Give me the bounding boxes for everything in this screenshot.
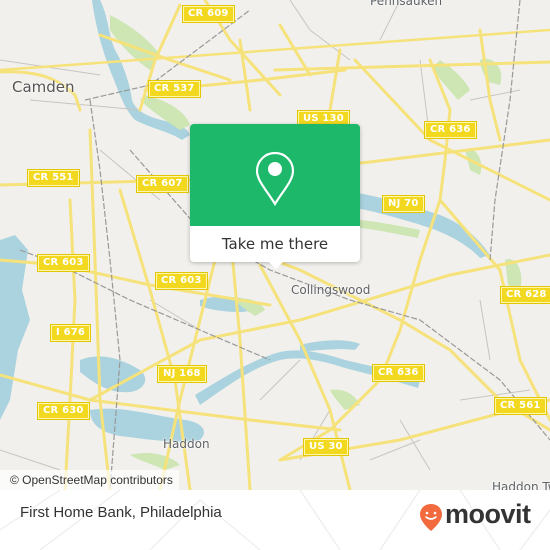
road-shield: CR 636 xyxy=(373,365,424,381)
location-title: First Home Bank, Philadelphia xyxy=(20,504,222,521)
location-popup: Take me there xyxy=(190,124,360,269)
place-label-haddon: Haddon xyxy=(163,437,210,451)
moovit-pin-icon xyxy=(420,504,442,531)
road-shield: I 676 xyxy=(51,325,91,341)
road-shield: CR 609 xyxy=(183,6,234,22)
road-shield: CR 630 xyxy=(38,403,89,419)
place-label-pennsauken: Pennsauken xyxy=(370,0,443,8)
popup-pointer xyxy=(268,261,284,269)
popup-header xyxy=(190,124,360,226)
road-shield: CR 607 xyxy=(137,176,188,192)
road-shield: CR 636 xyxy=(425,122,476,138)
road-shield: US 30 xyxy=(304,439,348,455)
map-view[interactable]: Camden Pennsauken Collingswood Haddon Ha… xyxy=(0,0,550,490)
road-shield: CR 603 xyxy=(156,273,207,289)
location-pin-icon xyxy=(255,151,295,207)
place-label-camden: Camden xyxy=(12,78,75,96)
road-shield: CR 603 xyxy=(38,255,89,271)
road-shield: CR 561 xyxy=(495,398,546,414)
moovit-wordmark: moovit xyxy=(445,499,531,529)
road-shield: NJ 168 xyxy=(158,366,206,382)
take-me-there-button[interactable]: Take me there xyxy=(190,226,360,262)
place-label-haddon-township: Haddon Tw xyxy=(492,480,550,490)
map-attribution[interactable]: © OpenStreetMap contributors xyxy=(0,470,179,490)
road-shield: CR 537 xyxy=(149,81,200,97)
road-shield: CR 628 xyxy=(501,287,550,303)
place-label-collingswood: Collingswood xyxy=(291,283,371,297)
road-shield: NJ 70 xyxy=(383,196,424,212)
footer-bar: First Home Bank, Philadelphia moovit xyxy=(0,490,550,550)
road-shield: CR 551 xyxy=(28,170,79,186)
